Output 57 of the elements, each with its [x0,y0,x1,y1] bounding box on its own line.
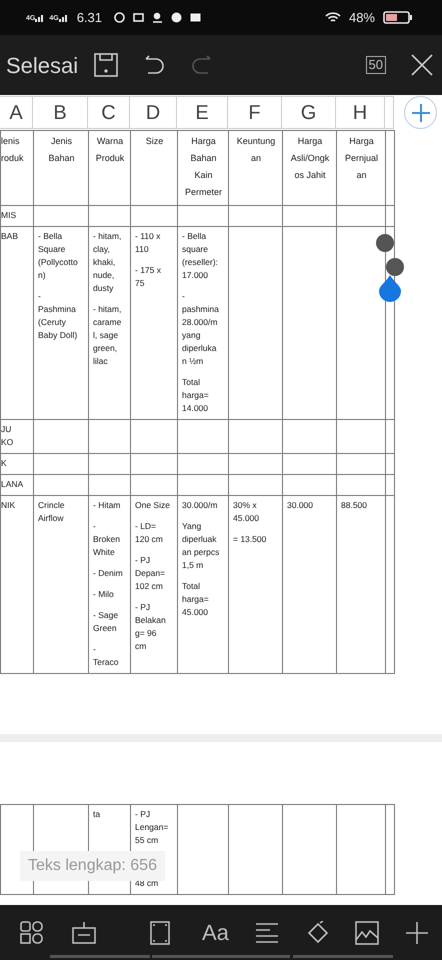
cell-text: K [1,457,8,470]
cell-text: - hitam, clay, khaki, nude, dusty [93,230,122,295]
cell-text: JU KO [1,423,14,449]
clock-time: 6.31 [76,8,102,27]
cell-text: - PJ Depan= 102 cm [135,554,166,593]
cell-text: = 13.500 [233,533,268,546]
cell-text: Size [144,135,164,148]
cell-text: - Sage Green [93,609,120,635]
cell-text: Total harga= 45.000 [182,580,210,619]
column-header[interactable]: F [228,96,282,129]
cell-text: - Bella Square (Pollycotto n) [38,230,79,282]
cell-text: Yang diperluak an perpcs 1,5 m [182,520,220,572]
cell-text: - Denim [93,567,124,580]
cell-text: lenis roduk [1,135,25,165]
column-header[interactable]: G [282,96,336,129]
cell-text: ta [93,808,102,821]
cell-text: One Size [135,499,171,512]
cell-text: - PJ Belakan g= 96 cm [135,601,167,653]
cell-text: - Pashmina (Ceruty Baby Doll) [38,290,78,342]
cell-text: NIK [1,499,16,512]
column-header[interactable]: H [336,96,385,129]
cell-text: Warna Produk [94,135,126,165]
cell-text: Harga Asli/Ongk os Jahit [290,135,330,182]
cell-text: LANA [1,478,24,491]
cell-text: 30.000/m [182,499,218,512]
column-header[interactable]: C [88,96,130,129]
cell-text: Keuntung an [236,135,276,165]
cell-text: - Broken White [93,520,121,559]
cell-text: - Hitam [93,499,122,512]
cell-text: 30.000 [287,499,314,512]
cell-text: BAB [1,230,20,243]
done-button[interactable]: Selesai [6,48,78,82]
cell-text: - pashmina 28.000/m yang diperluka n ½m [182,290,220,368]
cell-text: - Milo [93,588,115,601]
cell-text: Harga Bahan Kain Permeter [184,135,223,199]
battery-percent: 48% [348,8,375,27]
cell-text: - LD= 120 cm [135,520,164,546]
cell-text: - PJ Lengan= 55 cm [135,808,170,847]
cell-text: Crincle Airflow [38,499,66,525]
cell-text: - hitam, carame l, sage green, lilac [93,303,122,368]
column-header[interactable]: A [0,96,33,129]
font-button[interactable]: Aa [202,916,229,949]
cell-text: Total harga= 14.000 [182,376,210,415]
column-header[interactable]: D [130,96,177,129]
cell-text: - Bella square (reseller): 17.000 [182,230,219,282]
cell-text: - Teraco [93,643,120,669]
cell-text: MIS [1,209,18,222]
column-header[interactable]: B [33,96,88,129]
zoom-button[interactable]: 50 [366,56,386,74]
column-header[interactable]: E [177,96,228,129]
cell-text: Harga Pernjual an [344,135,380,182]
toast-message: Teks lengkap: 656 [20,851,165,881]
cell-text: 88.500 [341,499,368,512]
cell-text: Jenis Bahan [47,135,76,165]
cell-text: - 175 x 75 [135,264,162,290]
cell-text: - 110 x 110 [135,230,162,256]
cell-text: 30% x 45.000 [233,499,260,525]
